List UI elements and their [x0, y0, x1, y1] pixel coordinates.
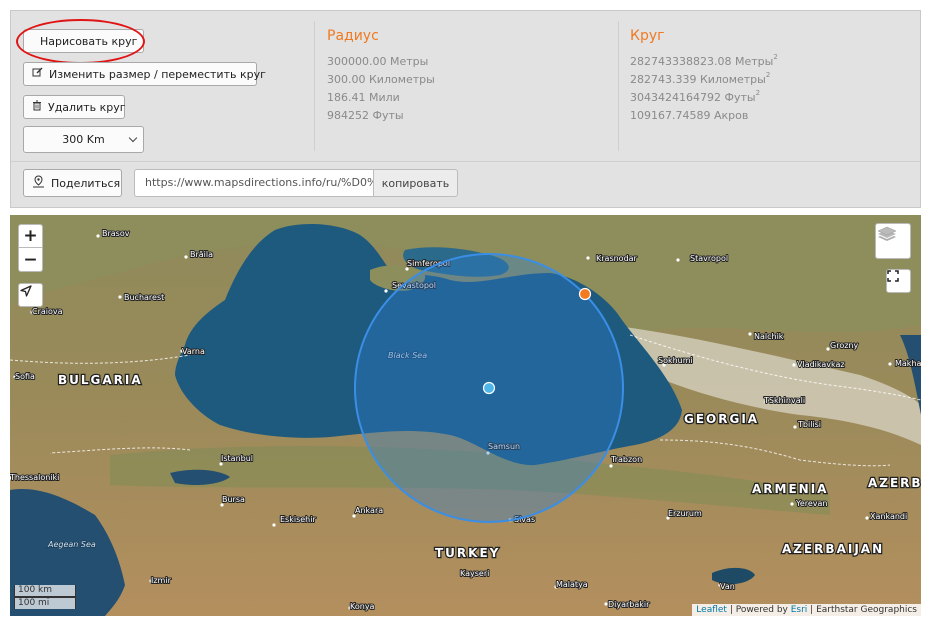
- country-turkey: TURKEY: [435, 546, 500, 560]
- country-azerbaijan: AZERBAIJAN: [782, 542, 884, 556]
- city-stavropol: Stavropol: [690, 254, 728, 263]
- city-trabzon: Trabzon: [610, 455, 642, 464]
- location-arrow-icon: [20, 285, 32, 297]
- radius-meters: 300000.00 Метры: [327, 55, 429, 68]
- city-malatya: Malatya: [556, 580, 588, 589]
- layers-icon: [877, 226, 897, 241]
- city-brasov: Brasov: [102, 229, 130, 238]
- radius-kilometers: 300.00 Километры: [327, 73, 435, 86]
- delete-circle-label: Удалить круг: [48, 100, 126, 114]
- area-meters: 282743338823.08 Метры2: [630, 53, 778, 68]
- country-bulgaria: BULGARIA: [58, 373, 143, 387]
- delete-circle-button[interactable]: Удалить круг: [23, 95, 126, 119]
- city-tbilisi: Tbilisi: [797, 420, 821, 429]
- copy-button[interactable]: копировать: [373, 169, 458, 197]
- city-van: Van: [720, 582, 735, 591]
- aegean-sea-label: Aegean Sea: [47, 540, 96, 549]
- map-canvas: Brasov Brăila Bucharest Craiova Varna So…: [10, 215, 921, 616]
- city-thessaloniki: Thessaloniki: [10, 473, 59, 482]
- city-diyarbakir: Diyarbakir: [608, 600, 650, 609]
- scale-km: 100 km: [14, 585, 76, 597]
- city-konya: Konya: [350, 602, 375, 611]
- city-bucharest: Bucharest: [124, 293, 164, 302]
- circle-radius-handle: [578, 287, 592, 301]
- city-kayseri: Kayseri: [460, 569, 489, 578]
- radius-title: Радиус: [327, 28, 379, 44]
- fullscreen-button[interactable]: [886, 269, 911, 293]
- powered-by-text: | Powered by: [726, 605, 791, 615]
- city-xankandi: Xankandi: [870, 512, 907, 521]
- map-view[interactable]: Brasov Brăila Bucharest Craiova Varna So…: [10, 215, 921, 616]
- city-makha: Makha: [895, 359, 921, 368]
- esri-link[interactable]: Esri: [791, 605, 808, 615]
- city-vladikavkaz: Vladikavkaz: [797, 360, 845, 369]
- map-scale: 100 km 100 mi: [14, 585, 76, 609]
- country-armenia: ARMENIA: [752, 482, 828, 496]
- city-craiova: Craiova: [32, 307, 63, 316]
- city-izmir: Izmir: [151, 576, 172, 585]
- city-varna: Varna: [182, 347, 205, 356]
- circle-title: Круг: [630, 28, 665, 44]
- edit-icon: [32, 67, 43, 81]
- map-attribution: Leaflet | Powered by Esri | Earthstar Ge…: [692, 604, 921, 616]
- radius-select-value: 300 Km: [62, 133, 105, 146]
- area-kilometers: 282743.339 Километры2: [630, 71, 771, 86]
- city-istanbul: Istanbul: [221, 454, 253, 463]
- city-grozny: Grozny: [830, 341, 858, 350]
- trash-icon: [32, 100, 42, 114]
- city-krasnodar: Krasnodar: [596, 254, 638, 263]
- city-sokhumi: Sokhumi: [658, 356, 693, 365]
- share-pin-icon: [32, 175, 45, 191]
- area-feet: 3043424164792 Футы2: [630, 89, 761, 104]
- city-yerevan: Yerevan: [795, 499, 828, 508]
- city-braila: Brăila: [190, 250, 213, 259]
- radius-miles: 186.41 Мили: [327, 91, 400, 104]
- draw-circle-button[interactable]: Нарисовать круг: [23, 29, 144, 53]
- chevron-down-icon: [128, 133, 138, 143]
- column-divider: [314, 21, 315, 151]
- zoom-in-button[interactable]: +: [18, 224, 43, 248]
- fullscreen-icon: [887, 270, 899, 282]
- panel-divider: [11, 161, 920, 162]
- scale-mi: 100 mi: [14, 597, 76, 609]
- city-eskisehir: Eskisehir: [280, 515, 316, 524]
- country-azerb: AZERB: [868, 476, 921, 490]
- measure-panel: Нарисовать круг Изменить размер / переме…: [10, 10, 921, 208]
- share-label: Поделиться: [51, 176, 121, 190]
- column-divider: [618, 21, 619, 151]
- circle-center-marker: [482, 381, 496, 395]
- resize-move-button[interactable]: Изменить размер / переместить круг: [23, 62, 266, 86]
- radius-feet: 984252 Футы: [327, 109, 404, 122]
- layers-button[interactable]: [875, 223, 911, 259]
- city-ankara: Ankara: [355, 506, 383, 515]
- radius-select[interactable]: 300 Km: [23, 126, 144, 153]
- share-button[interactable]: Поделиться: [23, 169, 122, 197]
- city-nalchik: Nalchik: [754, 332, 784, 341]
- zoom-out-button[interactable]: −: [18, 248, 43, 272]
- country-georgia: GEORGIA: [684, 412, 759, 426]
- area-acres: 109167.74589 Акров: [630, 109, 749, 122]
- city-erzurum: Erzurum: [668, 509, 702, 518]
- locate-button[interactable]: [18, 283, 43, 307]
- city-tskhinvali: TSkhinvali: [763, 396, 805, 405]
- leaflet-link[interactable]: Leaflet: [696, 605, 727, 615]
- draw-circle-label: Нарисовать круг: [40, 34, 138, 48]
- city-bursa: Bursa: [222, 495, 245, 504]
- resize-move-label: Изменить размер / переместить круг: [49, 67, 266, 81]
- attribution-rest: | Earthstar Geographics: [807, 605, 917, 615]
- share-url-input[interactable]: https://www.mapsdirections.info/ru/%D0%: [134, 169, 374, 197]
- city-sofia: Sofia: [15, 372, 35, 381]
